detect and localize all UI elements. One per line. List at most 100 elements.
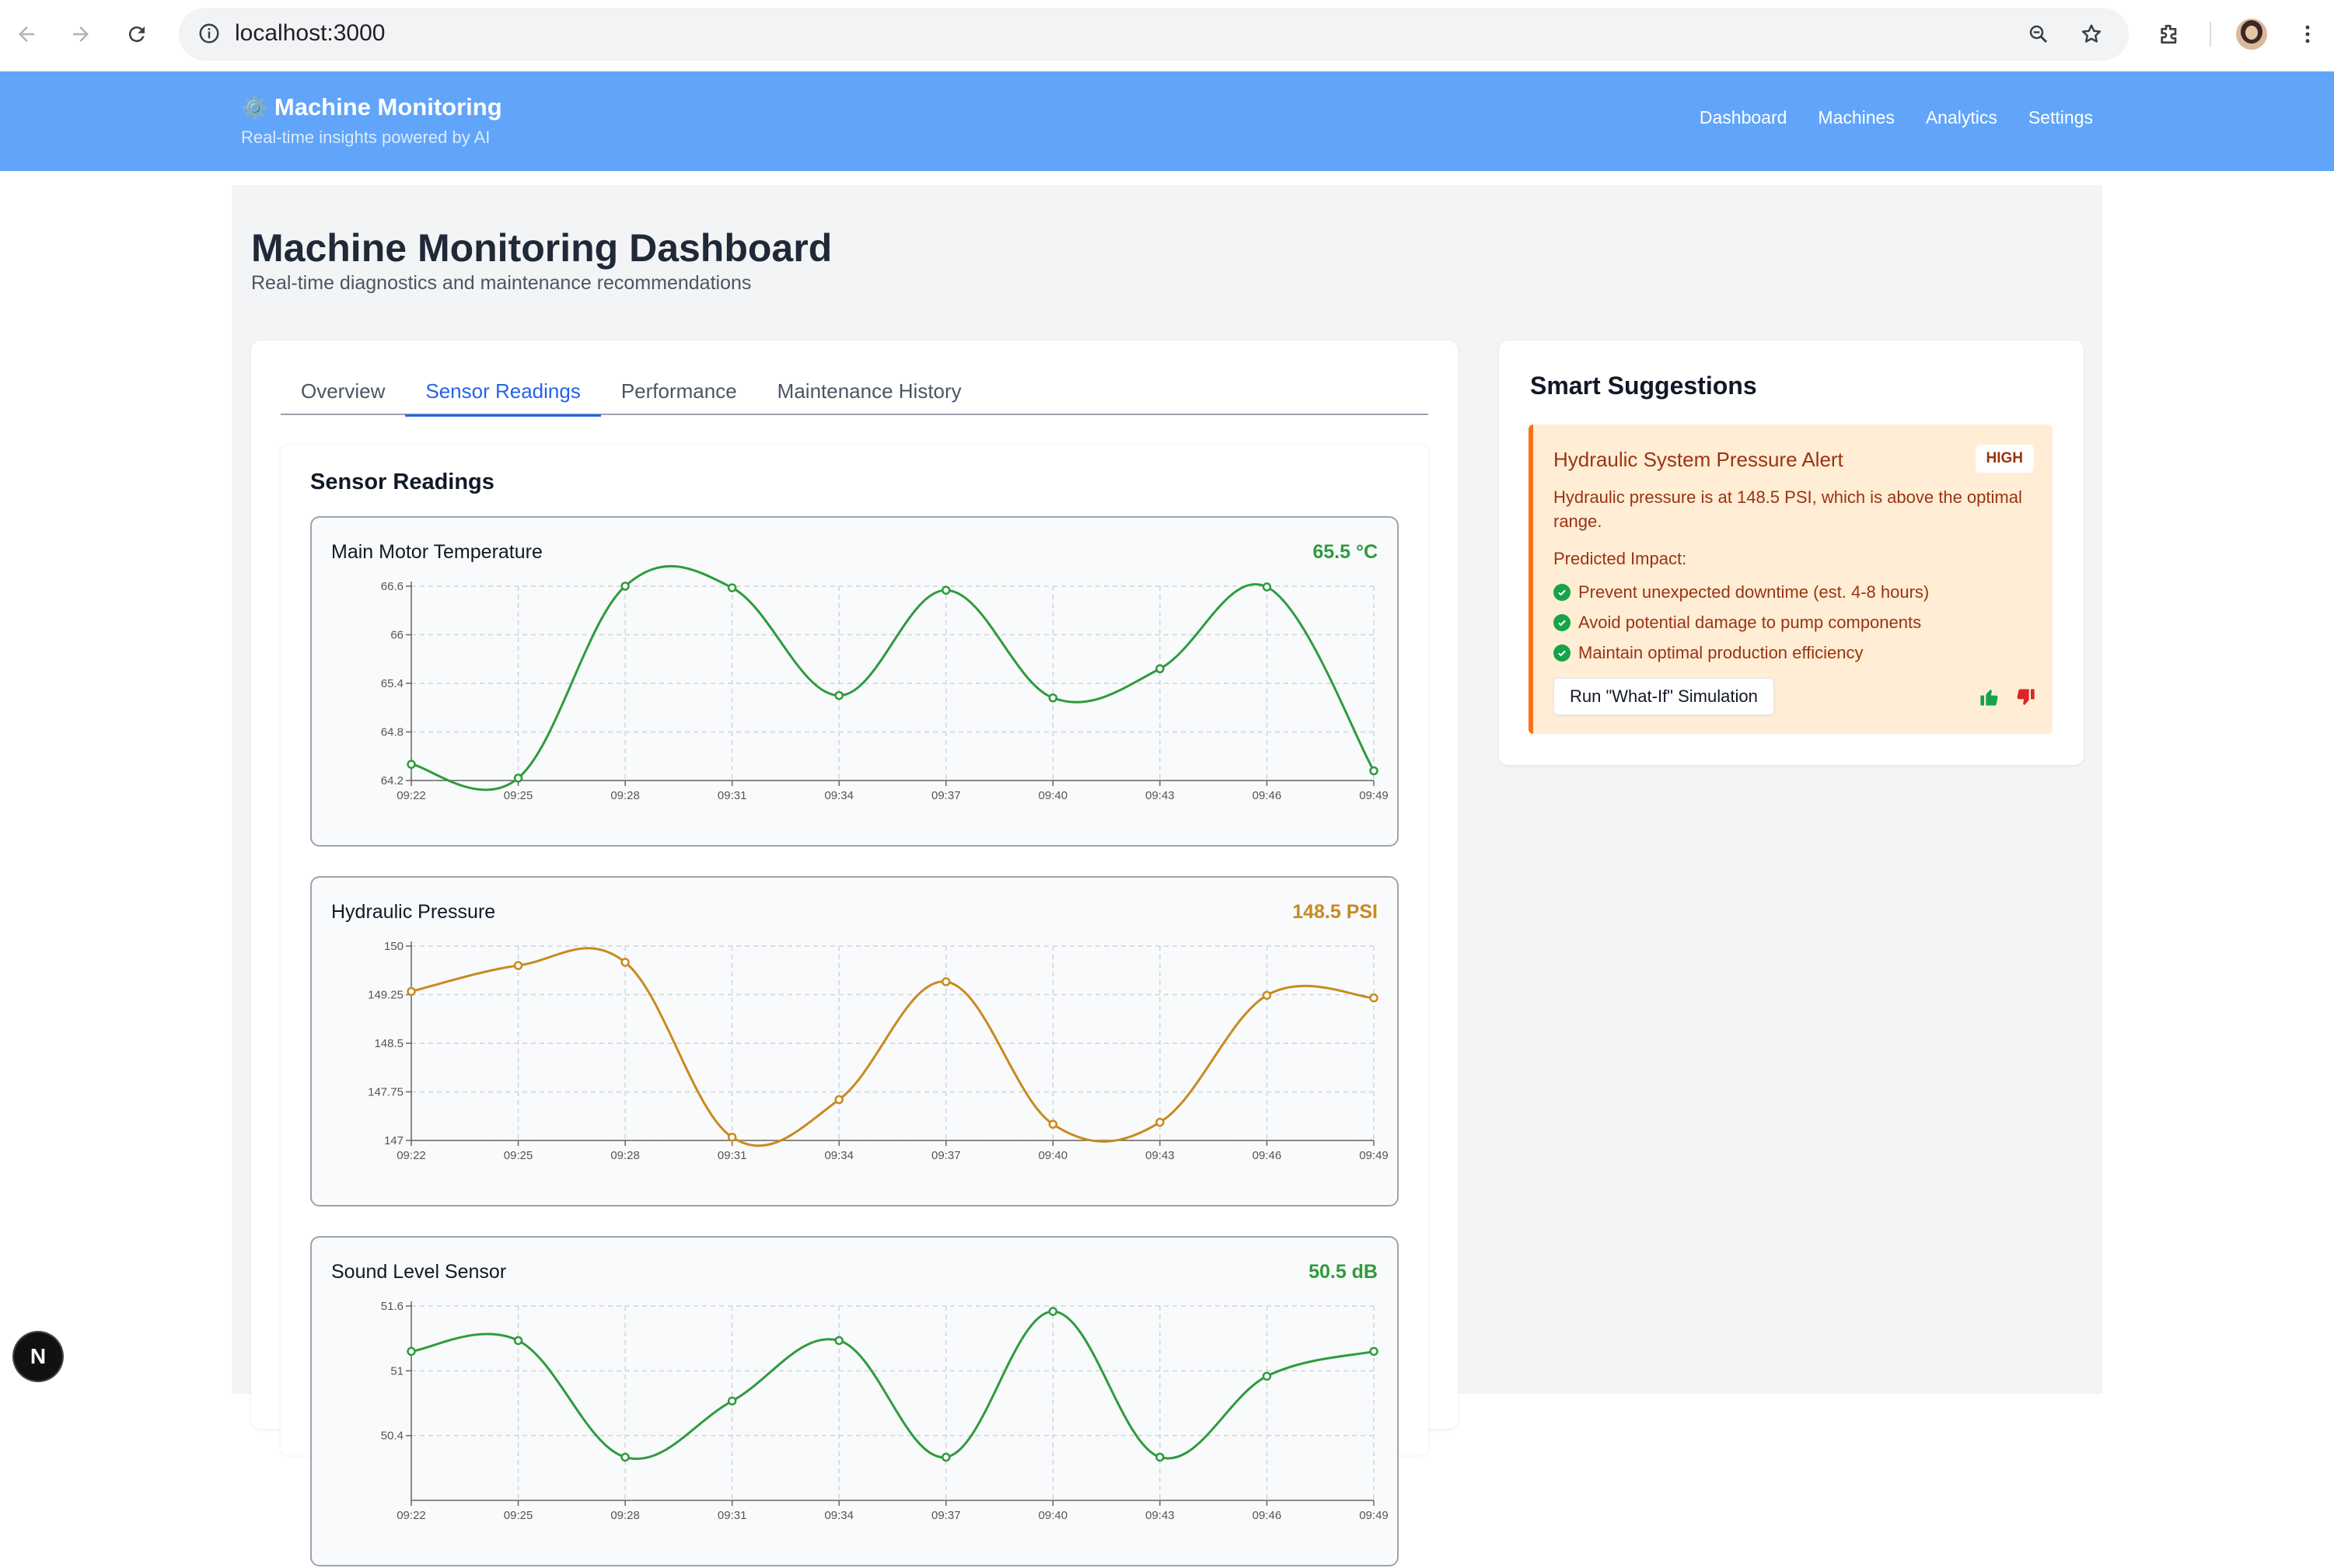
tab-bar: Overview Sensor Readings Performance Mai… <box>281 372 1428 417</box>
smart-suggestions-card: Smart Suggestions Hydraulic System Press… <box>1499 340 2084 765</box>
x-tick-label: 09:37 <box>931 1149 961 1162</box>
toolbar-divider <box>2210 22 2211 47</box>
x-tick-label: 09:34 <box>824 1509 854 1522</box>
sensor-readings-panel: Sensor Readings 64.2 64.8 65.4 66 66.6 09:22 0… <box>281 445 1428 1566</box>
impact-text: Avoid potential damage to pump component… <box>1578 612 1922 632</box>
x-tick-label: 09:22 <box>397 1509 426 1522</box>
check-circle-icon <box>1553 613 1571 631</box>
reload-icon[interactable] <box>117 14 157 54</box>
x-tick-label: 09:28 <box>610 1149 640 1162</box>
y-tick-label: 51.6 <box>381 1300 404 1313</box>
tab-performance[interactable]: Performance <box>601 372 757 415</box>
impact-text: Prevent unexpected downtime (est. 4-8 ho… <box>1578 581 1930 602</box>
x-tick-label: 09:28 <box>610 1509 640 1522</box>
page-title: Machine Monitoring Dashboard <box>251 226 833 270</box>
run-simulation-button[interactable]: Run "What-If" Simulation <box>1553 678 1774 715</box>
sensor-current-value: 148.5 PSI <box>1292 901 1378 923</box>
sensor-name: Hydraulic Pressure <box>331 901 496 923</box>
data-point <box>513 961 523 970</box>
app-header: ⚙️ Machine Monitoring Real-time insights… <box>0 72 2334 171</box>
top-nav: Dashboard Machines Analytics Settings <box>1700 107 2093 128</box>
nav-link-dashboard[interactable]: Dashboard <box>1700 107 1787 128</box>
y-tick-label: 148.5 <box>374 1037 404 1050</box>
y-tick-label: 66 <box>390 629 404 642</box>
main-content: Machine Monitoring Dashboard Real-time d… <box>232 185 2102 1566</box>
brand[interactable]: ⚙️ Machine Monitoring <box>241 93 502 121</box>
x-tick-label: 09:43 <box>1145 1149 1175 1162</box>
y-tick-label: 147.75 <box>368 1086 404 1099</box>
extensions-icon[interactable] <box>2149 14 2189 54</box>
data-point <box>834 1336 844 1346</box>
smart-suggestions-title: Smart Suggestions <box>1530 372 1757 400</box>
nextjs-dev-badge[interactable]: N <box>14 1332 62 1381</box>
data-point <box>1048 1307 1058 1316</box>
check-circle-icon <box>1553 583 1571 601</box>
impact-item: Maintain optimal production efficiency <box>1553 637 1929 668</box>
brand-name: Machine Monitoring <box>274 93 502 120</box>
data-point <box>620 581 630 591</box>
data-point <box>1369 766 1378 776</box>
impact-list: Prevent unexpected downtime (est. 4-8 ho… <box>1553 577 1929 668</box>
back-arrow-icon[interactable] <box>6 14 47 54</box>
tab-overview[interactable]: Overview <box>281 372 405 415</box>
nav-link-analytics[interactable]: Analytics <box>1926 107 1997 128</box>
x-tick-label: 09:25 <box>504 1509 533 1522</box>
x-tick-label: 09:37 <box>931 789 961 802</box>
y-tick-label: 150 <box>384 940 404 953</box>
motor-temperature-chart: 64.2 64.8 65.4 66 66.6 09:22 09:25 09:28 09:31 09… <box>381 565 1389 802</box>
alert-title: Hydraulic System Pressure Alert <box>1553 448 1843 471</box>
data-point <box>620 1452 630 1462</box>
severity-badge: HIGH <box>1975 445 2034 473</box>
x-tick-label: 09:40 <box>1039 1149 1068 1162</box>
y-tick-label: 65.4 <box>381 677 404 690</box>
y-tick-label: 50.4 <box>381 1430 404 1443</box>
data-point <box>1262 990 1272 1001</box>
tab-sensor-readings[interactable]: Sensor Readings <box>405 372 602 417</box>
sensor-card-sound-level: 50.4 51 51.6 09:22 09:25 09:28 09:31 09:34 09:37… <box>310 1236 1399 1566</box>
sensor-name: Sound Level Sensor <box>331 1261 507 1283</box>
suggestion-alert: Hydraulic System Pressure Alert HIGH Hyd… <box>1529 424 2053 734</box>
x-tick-label: 09:46 <box>1253 789 1282 802</box>
x-tick-label: 09:40 <box>1039 789 1068 802</box>
x-tick-label: 09:34 <box>824 1149 854 1162</box>
data-point <box>1155 664 1165 673</box>
check-circle-icon <box>1553 644 1571 662</box>
x-tick-label: 09:25 <box>504 789 533 802</box>
y-tick-label: 149.25 <box>368 989 404 1002</box>
x-tick-label: 09:49 <box>1359 1509 1389 1522</box>
y-tick-label: 64.8 <box>381 726 404 739</box>
series-line <box>411 947 1375 1147</box>
y-tick-label: 64.2 <box>381 774 404 787</box>
sensor-current-value: 65.5 °C <box>1312 541 1378 563</box>
site-info-icon[interactable] <box>194 19 224 48</box>
x-tick-label: 09:28 <box>610 789 640 802</box>
nav-link-machines[interactable]: Machines <box>1818 107 1894 128</box>
data-point <box>1369 1346 1378 1357</box>
x-tick-label: 09:31 <box>718 1509 747 1522</box>
x-tick-label: 09:43 <box>1145 789 1175 802</box>
sound-level-chart: 50.4 51 51.6 09:22 09:25 09:28 09:31 09:34 09:37… <box>381 1300 1389 1522</box>
zoom-icon[interactable] <box>2023 19 2054 50</box>
x-tick-label: 09:46 <box>1253 1509 1282 1522</box>
bookmark-star-icon[interactable] <box>2076 19 2107 50</box>
tab-maintenance-history[interactable]: Maintenance History <box>757 372 982 415</box>
data-point <box>513 774 523 783</box>
profile-avatar[interactable] <box>2231 14 2272 54</box>
data-point <box>942 585 951 595</box>
data-point <box>1262 1371 1272 1381</box>
browser-toolbar: localhost:3000 <box>0 0 2334 72</box>
nav-link-settings[interactable]: Settings <box>2028 107 2093 128</box>
data-point <box>1155 1117 1165 1127</box>
x-tick-label: 09:31 <box>718 1149 747 1162</box>
address-bar[interactable]: localhost:3000 <box>179 8 2129 61</box>
data-point <box>834 1095 844 1105</box>
more-menu-icon[interactable] <box>2287 14 2328 54</box>
data-point <box>513 1336 523 1346</box>
sensor-readings-title: Sensor Readings <box>310 470 494 494</box>
thumbs-down-icon[interactable] <box>2014 686 2037 709</box>
thumbs-up-icon[interactable] <box>1978 686 2001 709</box>
impact-text: Maintain optimal production efficiency <box>1578 642 1864 662</box>
forward-arrow-icon[interactable] <box>61 14 101 54</box>
page-subtitle: Real-time diagnostics and maintenance re… <box>251 272 752 294</box>
url-text[interactable]: localhost:3000 <box>235 20 385 47</box>
